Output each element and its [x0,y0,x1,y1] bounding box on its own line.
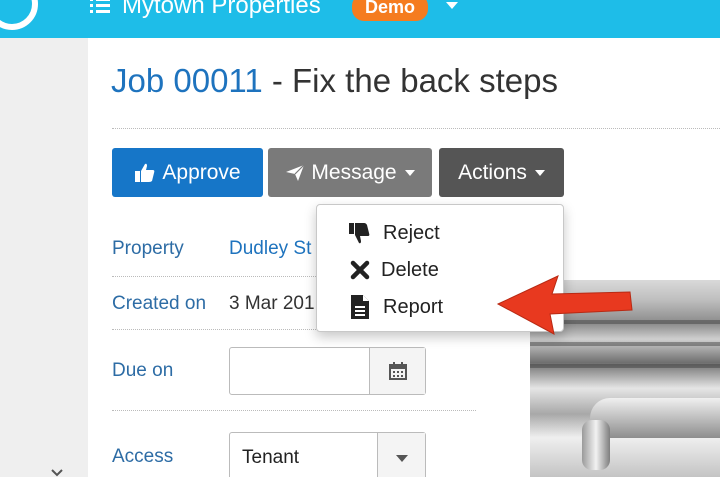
calendar-icon [388,362,407,380]
demo-badge: Demo [352,0,429,21]
caret-down-icon [404,169,415,176]
actions-label: Actions [458,160,527,184]
due-date-input[interactable] [229,347,426,395]
approve-button[interactable]: Approve [112,148,263,197]
menu-item-reject[interactable]: Reject [317,215,563,251]
message-label: Message [311,160,397,184]
document-icon [347,294,373,320]
caret-down-icon [395,454,408,462]
thumbs-up-icon [135,163,155,182]
divider [112,410,476,411]
thumbs-down-icon [347,220,373,246]
app-logo[interactable] [0,0,38,30]
menu-item-label: Reject [383,221,440,244]
close-icon [347,257,373,283]
property-label: Property [112,238,184,259]
top-bar: Mytown Properties Demo [0,0,720,38]
property-link[interactable]: Dudley St [229,238,311,260]
created-on-label: Created on [112,293,207,314]
due-on-label: Due on [112,360,174,381]
access-value: Tenant [242,447,300,468]
access-label: Access [112,446,174,467]
calendar-button[interactable] [369,348,425,394]
left-sidebar [0,38,88,477]
job-number: Job 00011 [111,62,263,99]
app-title[interactable]: Mytown Properties [122,0,321,20]
divider [112,128,720,129]
job-title: - Fix the back steps [262,62,558,99]
created-on-value: 3 Mar 201 [229,293,315,314]
access-select[interactable]: Tenant [229,432,426,477]
menu-item-label: Report [383,295,444,318]
access-select-toggle[interactable] [377,433,425,477]
approve-label: Approve [162,160,241,184]
actions-button[interactable]: Actions [439,148,564,197]
collapse-chevron-icon[interactable] [50,466,64,477]
menu-item-label: Delete [381,258,439,281]
chevron-down-icon[interactable] [446,2,458,9]
page-title: Job 00011 - Fix the back steps [111,62,558,100]
caret-down-icon [534,169,545,176]
annotation-arrow [496,275,633,335]
menu-icon[interactable] [90,0,110,16]
message-button[interactable]: Message [268,148,432,197]
send-icon [286,164,305,181]
